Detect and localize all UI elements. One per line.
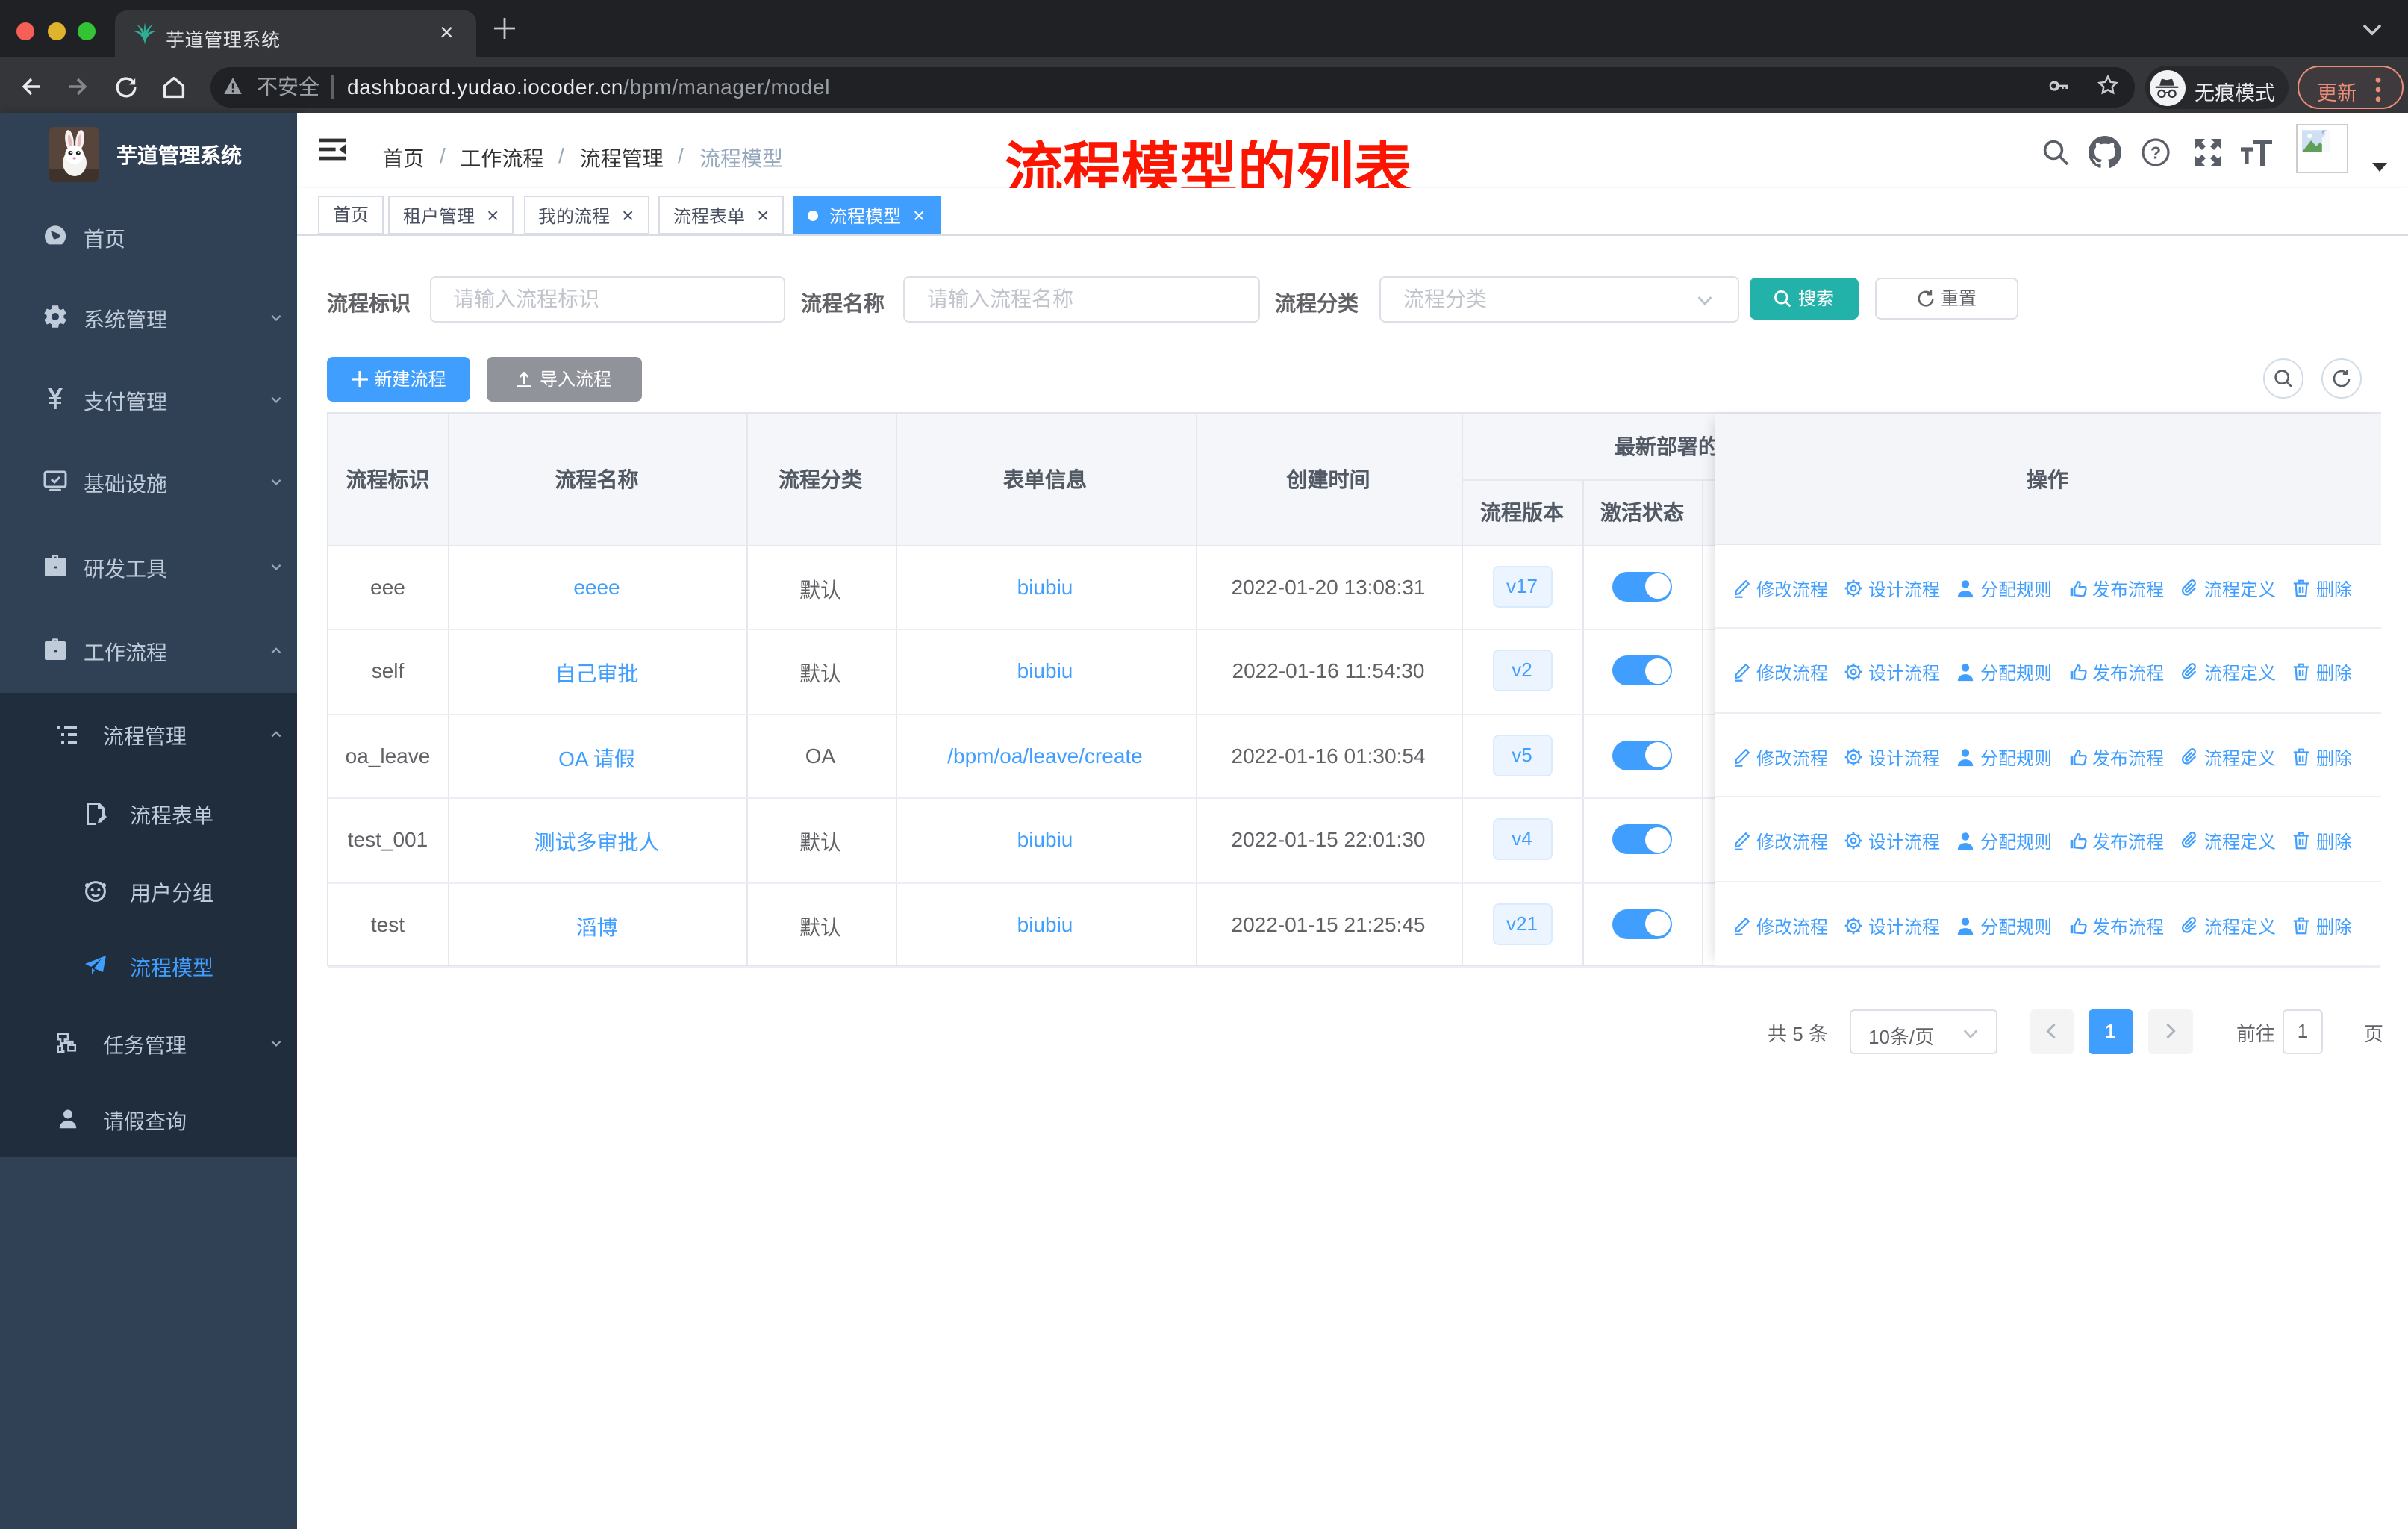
svg-text:?: ?: [2151, 143, 2162, 162]
